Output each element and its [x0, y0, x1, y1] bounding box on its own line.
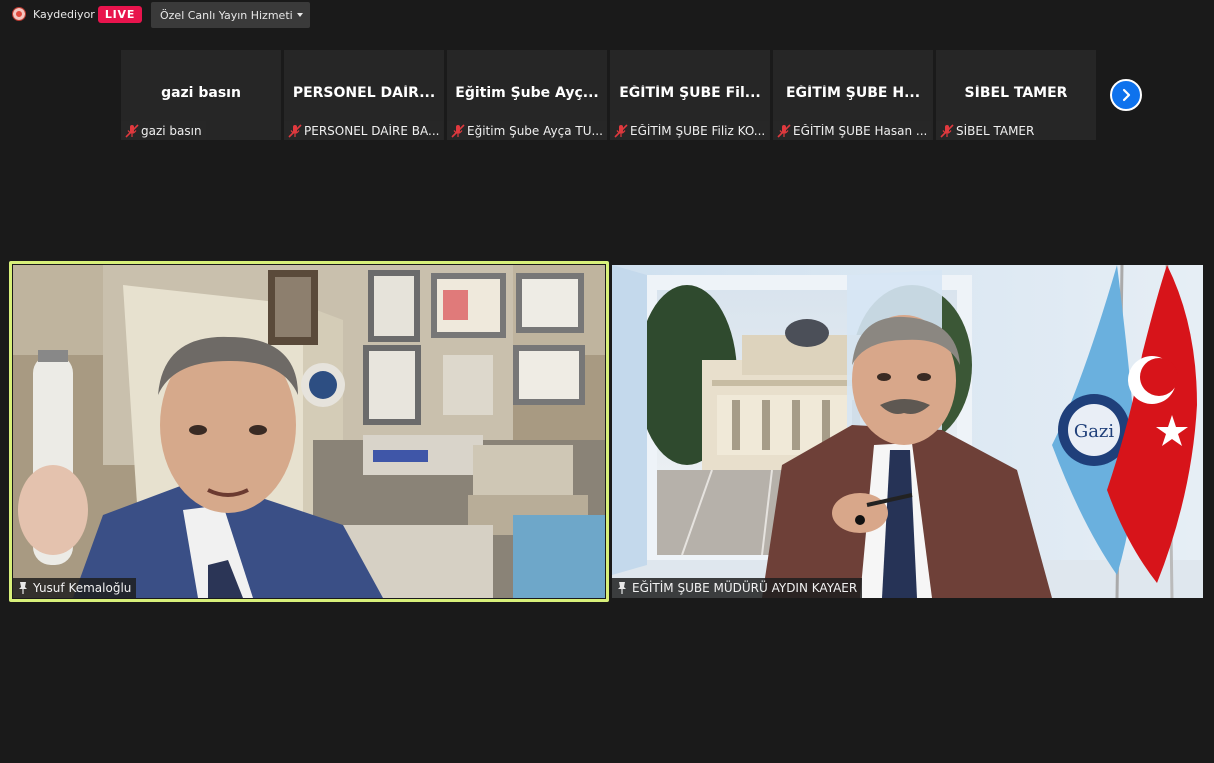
participant-display-name: EĞİTİM ŞUBE Fil...: [619, 85, 761, 101]
mic-muted-icon: [125, 123, 139, 138]
virtual-background-video-feed: Gazi: [612, 265, 1203, 598]
participant-name-tag: Eğitim Şube Ayça TU...: [447, 121, 607, 140]
participant-tile[interactable]: SİBEL TAMER SİBEL TAMER: [936, 50, 1096, 140]
video-name-tag: Yusuf Kemaloğlu: [13, 578, 137, 598]
live-badge: LIVE: [98, 6, 142, 23]
participant-tag-text: PERSONEL DAİRE BA...: [304, 123, 440, 138]
participant-filmstrip: gazi basın gazi basın PERSONEL DAİR... P…: [121, 50, 1151, 140]
mic-muted-icon: [777, 123, 791, 138]
participant-name-tag: EĞİTİM ŞUBE Filiz KO...: [610, 121, 770, 140]
participant-tag-text: EĞİTİM ŞUBE Hasan ...: [793, 123, 928, 138]
participant-tag-text: SİBEL TAMER: [956, 123, 1035, 138]
stream-service-label: Özel Canlı Yayın Hizmeti: [160, 8, 293, 22]
participant-name-tag: EĞİTİM ŞUBE Hasan ...: [773, 121, 932, 140]
stream-service-dropdown[interactable]: Özel Canlı Yayın Hizmeti: [151, 2, 310, 28]
participant-display-name: SİBEL TAMER: [964, 85, 1068, 101]
participant-tile[interactable]: Eğitim Şube Ayç... Eğitim Şube Ayça TU..…: [447, 50, 607, 140]
filmstrip-next-button[interactable]: [1110, 79, 1142, 111]
participant-name-tag: SİBEL TAMER: [936, 121, 1039, 140]
mic-muted-icon: [614, 123, 628, 138]
mic-muted-icon: [451, 123, 465, 138]
recording-label: Kaydediyor: [33, 7, 95, 21]
participant-name-tag: gazi basın: [121, 121, 206, 140]
participant-tag-text: gazi basın: [141, 123, 202, 138]
record-dot-icon: [12, 7, 26, 21]
pin-icon: [618, 582, 626, 594]
participant-tile[interactable]: gazi basın gazi basın: [121, 50, 281, 140]
participant-display-name: Eğitim Şube Ayç...: [455, 85, 599, 101]
video-name-tag: EĞİTİM ŞUBE MÜDÜRÜ AYDIN KAYAER: [612, 578, 863, 598]
status-bar: Kaydediyor LIVE Özel Canlı Yayın Hizmeti: [0, 0, 1214, 30]
video-participant-name: Yusuf Kemaloğlu: [33, 581, 132, 595]
participant-display-name: EĞİTİM ŞUBE H...: [785, 85, 921, 101]
recording-indicator[interactable]: Kaydediyor: [12, 7, 95, 21]
office-video-feed: [13, 265, 605, 598]
participant-display-name: gazi basın: [161, 85, 241, 101]
video-participant[interactable]: Gazi EĞİTİM ŞUBE MÜDÜRÜ AYDIN KAYAER: [612, 265, 1203, 598]
pin-icon: [19, 582, 27, 594]
video-active-speaker[interactable]: Yusuf Kemaloğlu: [13, 265, 605, 598]
video-participant-name: EĞİTİM ŞUBE MÜDÜRÜ AYDIN KAYAER: [632, 581, 858, 595]
svg-text:Gazi: Gazi: [1074, 421, 1115, 442]
participant-tag-text: Eğitim Şube Ayça TU...: [467, 123, 603, 138]
caret-down-icon: [297, 13, 303, 17]
mic-muted-icon: [288, 123, 302, 138]
participant-tag-text: EĞİTİM ŞUBE Filiz KO...: [630, 123, 766, 138]
participant-tile[interactable]: EĞİTİM ŞUBE Fil... EĞİTİM ŞUBE Filiz KO.…: [610, 50, 770, 140]
mic-muted-icon: [940, 123, 954, 138]
participant-tile[interactable]: PERSONEL DAİR... PERSONEL DAİRE BA...: [284, 50, 444, 140]
participant-name-tag: PERSONEL DAİRE BA...: [284, 121, 444, 140]
participant-display-name: PERSONEL DAİR...: [292, 85, 436, 101]
chevron-right-icon: [1122, 88, 1131, 102]
participant-tile[interactable]: EĞİTİM ŞUBE H... EĞİTİM ŞUBE Hasan ...: [773, 50, 933, 140]
